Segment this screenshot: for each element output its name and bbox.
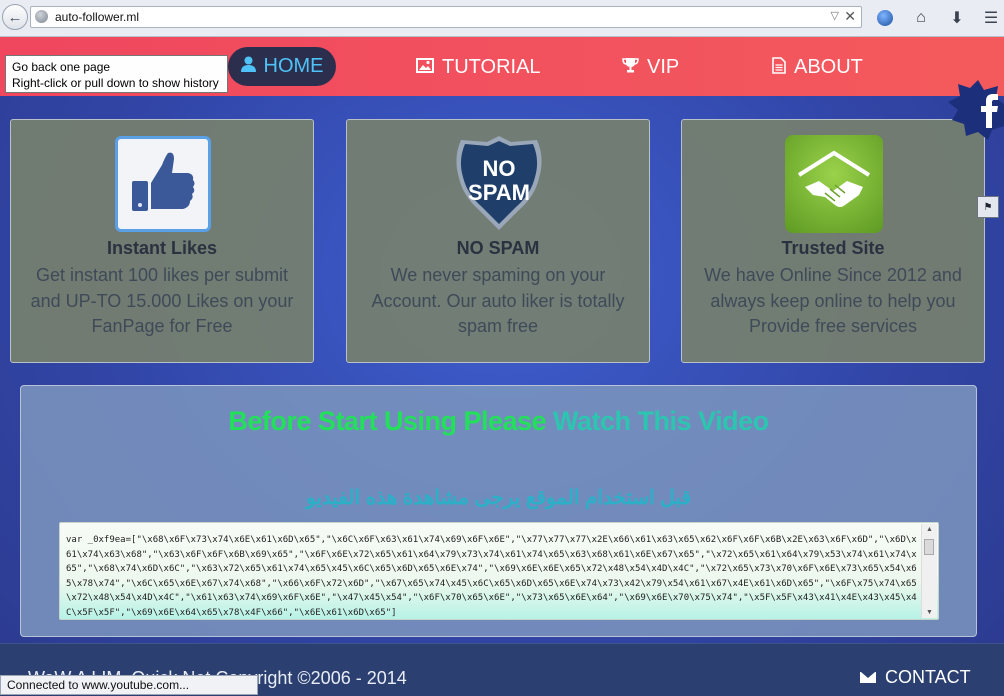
url-bar[interactable]: auto-follower.ml ▽ ✕ <box>30 6 862 28</box>
feature-card-trusted-site: Trusted Site We have Online Since 2012 a… <box>681 119 985 363</box>
extension-icon[interactable] <box>874 7 896 29</box>
image-icon <box>416 57 434 78</box>
back-button[interactable]: ← <box>2 4 28 30</box>
handshake-icon <box>785 135 883 233</box>
back-tooltip: Go back one page Right-click or pull dow… <box>5 55 228 93</box>
scroll-up-icon[interactable]: ▲ <box>926 526 933 533</box>
thumbs-up-icon <box>115 136 211 232</box>
feature-card-instant-likes: Instant Likes Get instant 100 likes per … <box>10 119 314 363</box>
document-icon <box>772 56 786 79</box>
code-textarea[interactable]: var _0xf9ea=["\x68\x6F\x73\x74\x6E\x61\x… <box>59 522 939 620</box>
browser-toolbar: ← auto-follower.ml ▽ ✕ ⌂ ⬇ ☰ <box>0 0 1004 37</box>
user-icon <box>240 56 256 77</box>
spam-badge-line-2: SPAM <box>468 180 530 205</box>
nav-home-label: HOME <box>263 55 324 77</box>
side-widget-icon[interactable]: ⚑ <box>977 196 999 218</box>
scroll-down-icon[interactable]: ▼ <box>926 609 933 616</box>
trophy-icon <box>622 57 639 78</box>
feature-title: Instant Likes <box>106 238 218 258</box>
menu-icon[interactable]: ☰ <box>980 7 1002 29</box>
tooltip-line-1: Go back one page <box>12 60 111 74</box>
nav-tutorial[interactable]: TUTORIAL <box>416 56 541 79</box>
video-panel: Before Start Using Please Watch This Vid… <box>20 385 977 637</box>
nav-tutorial-label: TUTORIAL <box>442 56 541 78</box>
scroll-thumb[interactable] <box>924 539 934 555</box>
code-text: var _0xf9ea=["\x68\x6F\x73\x74\x6E\x61\x… <box>66 535 917 618</box>
envelope-icon <box>860 672 876 683</box>
facebook-icon[interactable] <box>948 78 1004 140</box>
code-scrollbar[interactable]: ▲ ▼ <box>921 524 937 618</box>
browser-status-bar: Connected to www.youtube.com... <box>0 675 258 695</box>
contact-link[interactable]: CONTACT <box>860 667 971 688</box>
download-icon[interactable]: ⬇ <box>946 7 968 29</box>
nav-vip-label: VIP <box>647 56 680 78</box>
feature-title: NO SPAM <box>456 238 540 258</box>
no-spam-shield-icon: NO SPAM <box>453 134 545 232</box>
chevron-down-icon[interactable]: ▽ <box>831 9 839 22</box>
nav-vip[interactable]: VIP <box>622 56 679 79</box>
video-heading: Before Start Using Please Watch This Vid… <box>21 406 976 437</box>
video-heading-part-1: Before Start Using Please <box>228 406 547 436</box>
nav-home[interactable]: HOME <box>228 47 336 86</box>
video-heading-part-2: Watch This Video <box>553 406 769 436</box>
url-text: auto-follower.ml <box>55 10 140 24</box>
page-content: Instant Likes Get instant 100 likes per … <box>0 96 1004 695</box>
feature-text: Get instant 100 likes per submit and UP-… <box>30 265 294 336</box>
feature-text: We have Online Since 2012 and always kee… <box>704 265 962 336</box>
feature-card-no-spam: NO SPAM NO SPAM We never spaming on your… <box>346 119 650 363</box>
feature-title: Trusted Site <box>781 238 885 258</box>
globe-icon <box>35 10 48 23</box>
tooltip-line-2: Right-click or pull down to show history <box>12 76 219 90</box>
nav-about[interactable]: ABOUT <box>772 56 863 79</box>
home-icon[interactable]: ⌂ <box>910 7 932 29</box>
arabic-notice: قبل استخدام الموقع يرجى مشاهدة هذه الفيد… <box>305 487 692 509</box>
back-arrow-icon: ← <box>7 8 23 26</box>
close-icon[interactable]: ✕ <box>844 8 856 25</box>
contact-label: CONTACT <box>885 667 971 687</box>
feature-text: We never spaming on your Account. Our au… <box>371 265 625 336</box>
spam-badge-line-1: NO <box>483 156 516 181</box>
nav-about-label: ABOUT <box>794 56 863 78</box>
